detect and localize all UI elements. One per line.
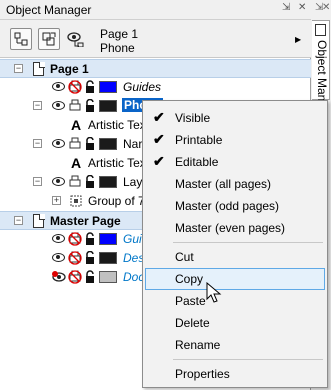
lock-icon[interactable] [85, 232, 95, 246]
close-icon[interactable]: ✕ [322, 2, 330, 13]
close-icon[interactable]: ✕ [298, 2, 306, 13]
visible-eye-icon[interactable] [52, 253, 65, 262]
artistic-text-icon: A [71, 117, 82, 133]
menu-item-label: Editable [175, 155, 219, 169]
menu-item-label: Delete [175, 316, 210, 330]
toolbar: Page 1 Phone ▶ [0, 20, 311, 58]
no-print-icon[interactable] [68, 80, 82, 94]
menu-item-label: Printable [175, 133, 223, 147]
mouse-cursor-icon [206, 282, 222, 303]
layer-color-swatch[interactable] [99, 233, 117, 245]
object-properties-icon [14, 32, 28, 46]
unlock-icon[interactable] [85, 251, 95, 265]
layers-edit-icon [42, 32, 56, 46]
tree-label: Artistic Tex [88, 156, 146, 170]
panel-menu-arrow-icon[interactable]: ▶ [295, 35, 301, 44]
printer-icon[interactable] [68, 99, 82, 113]
collapse-icon[interactable]: − [14, 64, 23, 73]
edit-across-layers-button[interactable] [38, 28, 60, 50]
title-bar: Object Manager ⇲ ✕ [0, 0, 311, 20]
panel-title: Object Manager [6, 3, 92, 17]
tree-label: Artistic Tex [88, 118, 146, 132]
menu-item-visible[interactable]: ✔ Visible [145, 107, 325, 129]
visible-eye-icon[interactable] [52, 82, 65, 91]
lock-icon[interactable] [85, 270, 95, 284]
menu-item-copy[interactable]: Copy [145, 268, 325, 290]
checkmark-icon: ✔ [153, 153, 165, 169]
menu-separator [173, 242, 323, 243]
menu-separator [173, 359, 323, 360]
menu-item-delete[interactable]: Delete [145, 312, 325, 334]
expand-icon[interactable]: + [52, 196, 61, 205]
collapse-icon[interactable]: − [33, 177, 42, 186]
menu-item-label: Visible [175, 111, 211, 125]
layer-color-swatch[interactable] [99, 100, 117, 112]
tree-label: Lay [123, 175, 143, 189]
menu-item-label: Master (odd pages) [175, 199, 280, 213]
menu-item-master-all-pages[interactable]: Master (all pages) [145, 173, 325, 195]
visible-eye-icon[interactable] [52, 139, 65, 148]
menu-item-label: Rename [175, 338, 221, 352]
menu-item-label: Cut [175, 250, 194, 264]
checkmark-icon: ✔ [153, 109, 165, 125]
menu-item-label: Master (even pages) [175, 221, 286, 235]
group-icon [70, 195, 82, 207]
menu-item-label: Properties [175, 367, 230, 381]
visible-eye-icon[interactable] [52, 101, 65, 110]
tree-label: Page 1 [50, 62, 89, 76]
page-icon [33, 62, 45, 76]
object-manager-tab-icon [315, 24, 326, 36]
context-menu: ✔ Visible ✔ Printable ✔ Editable Master … [142, 100, 328, 388]
no-print-icon[interactable] [68, 251, 82, 265]
artistic-text-icon: A [71, 155, 82, 171]
checkmark-icon: ✔ [153, 131, 165, 147]
menu-item-label: Master (all pages) [175, 177, 272, 191]
menu-item-properties[interactable]: Properties [145, 363, 325, 385]
menu-item-printable[interactable]: ✔ Printable [145, 129, 325, 151]
tree-label: Guides [123, 80, 162, 94]
visible-eye-icon[interactable] [52, 177, 65, 186]
hidden-eye-icon[interactable] [52, 271, 66, 283]
lock-icon[interactable] [85, 80, 95, 94]
layer-color-swatch[interactable] [99, 271, 117, 283]
show-object-properties-button[interactable] [10, 28, 32, 50]
layer-color-swatch[interactable] [99, 81, 117, 93]
layer-manager-view-icon[interactable] [66, 31, 84, 47]
layer-color-swatch[interactable] [99, 252, 117, 264]
menu-item-rename[interactable]: Rename [145, 334, 325, 356]
menu-item-cut[interactable]: Cut [145, 246, 325, 268]
menu-item-paste[interactable]: Paste [145, 290, 325, 312]
menu-item-master-odd-pages[interactable]: Master (odd pages) [145, 195, 325, 217]
current-page-label: Page 1 [100, 27, 139, 41]
tree-label: Nar [123, 137, 143, 151]
visible-eye-icon[interactable] [52, 234, 65, 243]
menu-item-editable[interactable]: ✔ Editable [145, 151, 325, 173]
layer-color-swatch[interactable] [99, 176, 117, 188]
tree-row-guides[interactable]: Guides [0, 78, 311, 97]
menu-item-label: Copy [175, 272, 204, 286]
pin-icon[interactable]: ⇲ [282, 2, 290, 13]
unlock-icon[interactable] [85, 175, 95, 189]
no-print-icon[interactable] [68, 270, 82, 284]
menu-item-master-even-pages[interactable]: Master (even pages) [145, 217, 325, 239]
page-icon [33, 214, 45, 228]
current-layer-label: Phone [100, 41, 135, 55]
unlock-icon[interactable] [85, 137, 95, 151]
collapse-icon[interactable]: − [33, 139, 42, 148]
tree-label: Master Page [50, 214, 121, 228]
collapse-icon[interactable]: − [14, 216, 23, 225]
collapse-icon[interactable]: − [33, 101, 42, 110]
unlock-icon[interactable] [85, 99, 95, 113]
layer-color-swatch[interactable] [99, 138, 117, 150]
printer-icon[interactable] [68, 175, 82, 189]
printer-icon[interactable] [68, 137, 82, 151]
menu-item-label: Paste [175, 294, 206, 308]
tree-label: Group of 7 [88, 194, 145, 208]
tree-row-page-1[interactable]: − Page 1 [0, 59, 311, 78]
no-print-icon[interactable] [68, 232, 82, 246]
